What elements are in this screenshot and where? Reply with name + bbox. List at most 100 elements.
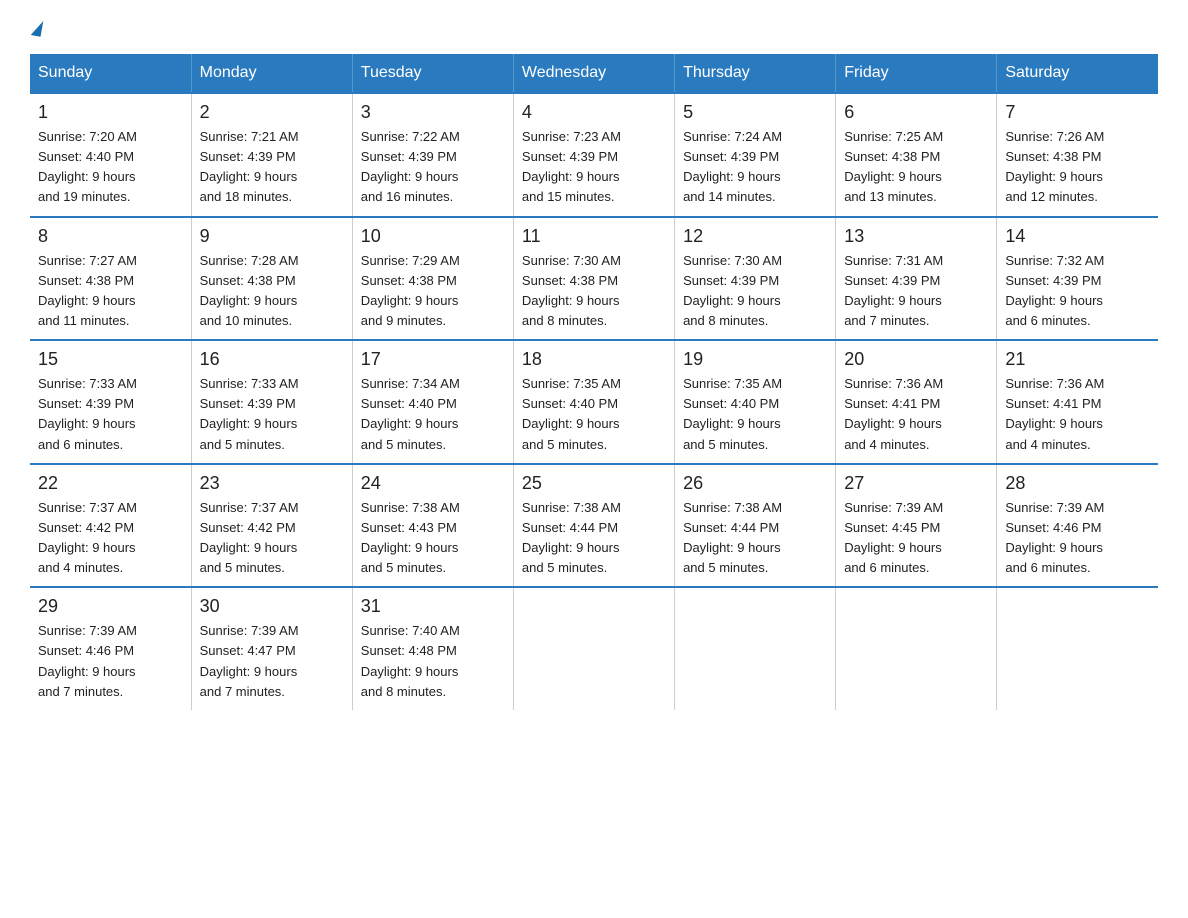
calendar-cell: 28 Sunrise: 7:39 AM Sunset: 4:46 PM Dayl… (997, 464, 1158, 588)
week-row-3: 15 Sunrise: 7:33 AM Sunset: 4:39 PM Dayl… (30, 340, 1158, 464)
day-number: 5 (683, 102, 827, 123)
day-info: Sunrise: 7:21 AM Sunset: 4:39 PM Dayligh… (200, 127, 344, 208)
day-number: 11 (522, 226, 666, 247)
day-info: Sunrise: 7:35 AM Sunset: 4:40 PM Dayligh… (522, 374, 666, 455)
day-info: Sunrise: 7:25 AM Sunset: 4:38 PM Dayligh… (844, 127, 988, 208)
day-info: Sunrise: 7:33 AM Sunset: 4:39 PM Dayligh… (38, 374, 183, 455)
calendar-cell: 29 Sunrise: 7:39 AM Sunset: 4:46 PM Dayl… (30, 587, 191, 710)
weekday-header-tuesday: Tuesday (352, 54, 513, 93)
calendar-cell (997, 587, 1158, 710)
calendar-cell: 12 Sunrise: 7:30 AM Sunset: 4:39 PM Dayl… (675, 217, 836, 341)
day-number: 23 (200, 473, 344, 494)
calendar-cell: 5 Sunrise: 7:24 AM Sunset: 4:39 PM Dayli… (675, 93, 836, 217)
weekday-header-wednesday: Wednesday (513, 54, 674, 93)
calendar-cell: 22 Sunrise: 7:37 AM Sunset: 4:42 PM Dayl… (30, 464, 191, 588)
calendar-cell: 10 Sunrise: 7:29 AM Sunset: 4:38 PM Dayl… (352, 217, 513, 341)
calendar-cell: 17 Sunrise: 7:34 AM Sunset: 4:40 PM Dayl… (352, 340, 513, 464)
day-info: Sunrise: 7:38 AM Sunset: 4:44 PM Dayligh… (522, 498, 666, 579)
day-number: 20 (844, 349, 988, 370)
day-info: Sunrise: 7:34 AM Sunset: 4:40 PM Dayligh… (361, 374, 505, 455)
calendar-cell: 19 Sunrise: 7:35 AM Sunset: 4:40 PM Dayl… (675, 340, 836, 464)
day-info: Sunrise: 7:20 AM Sunset: 4:40 PM Dayligh… (38, 127, 183, 208)
week-row-5: 29 Sunrise: 7:39 AM Sunset: 4:46 PM Dayl… (30, 587, 1158, 710)
calendar-cell: 13 Sunrise: 7:31 AM Sunset: 4:39 PM Dayl… (836, 217, 997, 341)
calendar-cell (836, 587, 997, 710)
calendar-cell: 1 Sunrise: 7:20 AM Sunset: 4:40 PM Dayli… (30, 93, 191, 217)
day-info: Sunrise: 7:26 AM Sunset: 4:38 PM Dayligh… (1005, 127, 1150, 208)
calendar-cell: 18 Sunrise: 7:35 AM Sunset: 4:40 PM Dayl… (513, 340, 674, 464)
day-number: 29 (38, 596, 183, 617)
calendar-cell: 16 Sunrise: 7:33 AM Sunset: 4:39 PM Dayl… (191, 340, 352, 464)
day-number: 9 (200, 226, 344, 247)
day-info: Sunrise: 7:38 AM Sunset: 4:43 PM Dayligh… (361, 498, 505, 579)
weekday-header-friday: Friday (836, 54, 997, 93)
day-info: Sunrise: 7:30 AM Sunset: 4:39 PM Dayligh… (683, 251, 827, 332)
day-number: 27 (844, 473, 988, 494)
calendar-cell: 2 Sunrise: 7:21 AM Sunset: 4:39 PM Dayli… (191, 93, 352, 217)
weekday-header-sunday: Sunday (30, 54, 191, 93)
day-info: Sunrise: 7:39 AM Sunset: 4:46 PM Dayligh… (38, 621, 183, 702)
week-row-2: 8 Sunrise: 7:27 AM Sunset: 4:38 PM Dayli… (30, 217, 1158, 341)
calendar-cell: 11 Sunrise: 7:30 AM Sunset: 4:38 PM Dayl… (513, 217, 674, 341)
calendar-cell: 25 Sunrise: 7:38 AM Sunset: 4:44 PM Dayl… (513, 464, 674, 588)
calendar-cell: 27 Sunrise: 7:39 AM Sunset: 4:45 PM Dayl… (836, 464, 997, 588)
page-header (30, 20, 1158, 36)
day-info: Sunrise: 7:40 AM Sunset: 4:48 PM Dayligh… (361, 621, 505, 702)
weekday-header-monday: Monday (191, 54, 352, 93)
day-number: 16 (200, 349, 344, 370)
day-number: 8 (38, 226, 183, 247)
day-number: 26 (683, 473, 827, 494)
day-info: Sunrise: 7:39 AM Sunset: 4:47 PM Dayligh… (200, 621, 344, 702)
calendar-cell: 15 Sunrise: 7:33 AM Sunset: 4:39 PM Dayl… (30, 340, 191, 464)
day-info: Sunrise: 7:39 AM Sunset: 4:45 PM Dayligh… (844, 498, 988, 579)
day-info: Sunrise: 7:37 AM Sunset: 4:42 PM Dayligh… (200, 498, 344, 579)
calendar-cell (513, 587, 674, 710)
day-info: Sunrise: 7:36 AM Sunset: 4:41 PM Dayligh… (1005, 374, 1150, 455)
calendar-cell: 9 Sunrise: 7:28 AM Sunset: 4:38 PM Dayli… (191, 217, 352, 341)
calendar-cell: 30 Sunrise: 7:39 AM Sunset: 4:47 PM Dayl… (191, 587, 352, 710)
day-info: Sunrise: 7:38 AM Sunset: 4:44 PM Dayligh… (683, 498, 827, 579)
calendar-cell: 3 Sunrise: 7:22 AM Sunset: 4:39 PM Dayli… (352, 93, 513, 217)
day-number: 1 (38, 102, 183, 123)
calendar-cell: 31 Sunrise: 7:40 AM Sunset: 4:48 PM Dayl… (352, 587, 513, 710)
day-number: 3 (361, 102, 505, 123)
day-info: Sunrise: 7:31 AM Sunset: 4:39 PM Dayligh… (844, 251, 988, 332)
calendar-cell: 20 Sunrise: 7:36 AM Sunset: 4:41 PM Dayl… (836, 340, 997, 464)
day-number: 7 (1005, 102, 1150, 123)
day-info: Sunrise: 7:36 AM Sunset: 4:41 PM Dayligh… (844, 374, 988, 455)
day-number: 6 (844, 102, 988, 123)
weekday-header-row: SundayMondayTuesdayWednesdayThursdayFrid… (30, 54, 1158, 93)
day-number: 25 (522, 473, 666, 494)
calendar-cell: 21 Sunrise: 7:36 AM Sunset: 4:41 PM Dayl… (997, 340, 1158, 464)
week-row-4: 22 Sunrise: 7:37 AM Sunset: 4:42 PM Dayl… (30, 464, 1158, 588)
day-number: 14 (1005, 226, 1150, 247)
calendar-cell: 26 Sunrise: 7:38 AM Sunset: 4:44 PM Dayl… (675, 464, 836, 588)
day-info: Sunrise: 7:22 AM Sunset: 4:39 PM Dayligh… (361, 127, 505, 208)
day-number: 24 (361, 473, 505, 494)
weekday-header-saturday: Saturday (997, 54, 1158, 93)
day-number: 19 (683, 349, 827, 370)
calendar-cell (675, 587, 836, 710)
day-info: Sunrise: 7:37 AM Sunset: 4:42 PM Dayligh… (38, 498, 183, 579)
day-number: 22 (38, 473, 183, 494)
calendar-cell: 24 Sunrise: 7:38 AM Sunset: 4:43 PM Dayl… (352, 464, 513, 588)
day-info: Sunrise: 7:35 AM Sunset: 4:40 PM Dayligh… (683, 374, 827, 455)
calendar-cell: 8 Sunrise: 7:27 AM Sunset: 4:38 PM Dayli… (30, 217, 191, 341)
weekday-header-thursday: Thursday (675, 54, 836, 93)
day-number: 30 (200, 596, 344, 617)
calendar-cell: 7 Sunrise: 7:26 AM Sunset: 4:38 PM Dayli… (997, 93, 1158, 217)
day-number: 13 (844, 226, 988, 247)
calendar-table: SundayMondayTuesdayWednesdayThursdayFrid… (30, 54, 1158, 710)
calendar-cell: 14 Sunrise: 7:32 AM Sunset: 4:39 PM Dayl… (997, 217, 1158, 341)
calendar-cell: 4 Sunrise: 7:23 AM Sunset: 4:39 PM Dayli… (513, 93, 674, 217)
day-info: Sunrise: 7:39 AM Sunset: 4:46 PM Dayligh… (1005, 498, 1150, 579)
day-info: Sunrise: 7:30 AM Sunset: 4:38 PM Dayligh… (522, 251, 666, 332)
day-number: 28 (1005, 473, 1150, 494)
day-info: Sunrise: 7:24 AM Sunset: 4:39 PM Dayligh… (683, 127, 827, 208)
day-number: 18 (522, 349, 666, 370)
day-number: 12 (683, 226, 827, 247)
day-info: Sunrise: 7:23 AM Sunset: 4:39 PM Dayligh… (522, 127, 666, 208)
calendar-cell: 6 Sunrise: 7:25 AM Sunset: 4:38 PM Dayli… (836, 93, 997, 217)
day-number: 10 (361, 226, 505, 247)
week-row-1: 1 Sunrise: 7:20 AM Sunset: 4:40 PM Dayli… (30, 93, 1158, 217)
